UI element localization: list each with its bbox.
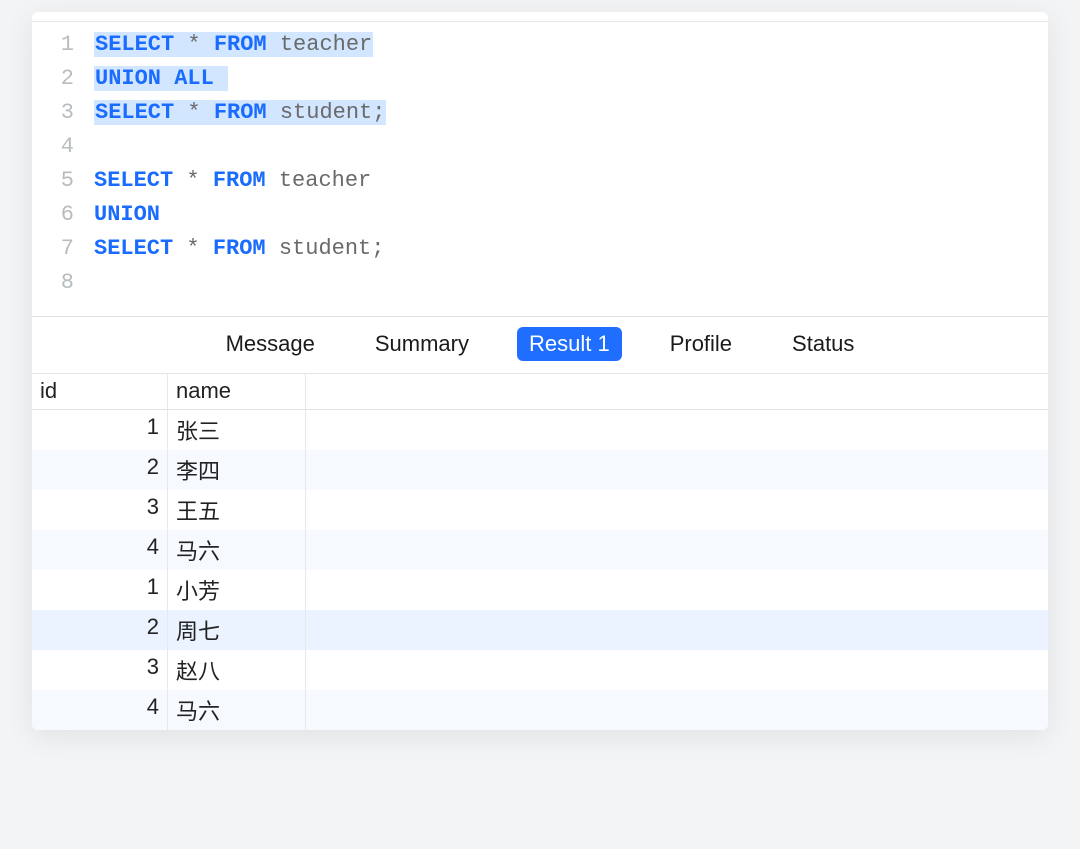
code-content[interactable] bbox=[94, 266, 1048, 300]
cell-name[interactable]: 张三 bbox=[168, 410, 306, 450]
code-line[interactable]: 7SELECT * FROM student; bbox=[32, 232, 1048, 266]
code-line[interactable]: 5SELECT * FROM teacher bbox=[32, 164, 1048, 198]
code-content[interactable]: SELECT * FROM teacher bbox=[94, 28, 1048, 62]
cell-empty bbox=[306, 410, 1048, 450]
line-number: 7 bbox=[32, 232, 94, 266]
cell-name[interactable]: 马六 bbox=[168, 690, 306, 730]
line-number: 8 bbox=[32, 266, 94, 300]
tab-result-1[interactable]: Result 1 bbox=[517, 327, 622, 361]
cell-empty bbox=[306, 610, 1048, 650]
cell-id[interactable]: 3 bbox=[32, 490, 168, 530]
line-number: 4 bbox=[32, 130, 94, 164]
code-line[interactable]: 6UNION bbox=[32, 198, 1048, 232]
tab-status[interactable]: Status bbox=[780, 327, 866, 361]
code-line[interactable]: 4 bbox=[32, 130, 1048, 164]
cell-name[interactable]: 王五 bbox=[168, 490, 306, 530]
cell-empty bbox=[306, 450, 1048, 490]
table-row[interactable]: 2周七 bbox=[32, 610, 1048, 650]
cell-name[interactable]: 周七 bbox=[168, 610, 306, 650]
table-row[interactable]: 1张三 bbox=[32, 410, 1048, 450]
code-content[interactable]: SELECT * FROM student; bbox=[94, 96, 1048, 130]
table-row[interactable]: 2李四 bbox=[32, 450, 1048, 490]
result-grid: id name 1张三2李四3王五4马六1小芳2周七3赵八4马六 bbox=[32, 374, 1048, 730]
cell-id[interactable]: 2 bbox=[32, 610, 168, 650]
cell-id[interactable]: 1 bbox=[32, 410, 168, 450]
col-header-rest bbox=[306, 374, 1048, 409]
cell-name[interactable]: 赵八 bbox=[168, 650, 306, 690]
sql-editor[interactable]: 1SELECT * FROM teacher2UNION ALL 3SELECT… bbox=[32, 22, 1048, 316]
cell-name[interactable]: 小芳 bbox=[168, 570, 306, 610]
code-content[interactable]: UNION bbox=[94, 198, 1048, 232]
code-line[interactable]: 8 bbox=[32, 266, 1048, 300]
cell-id[interactable]: 3 bbox=[32, 650, 168, 690]
table-row[interactable]: 3赵八 bbox=[32, 650, 1048, 690]
grid-body: 1张三2李四3王五4马六1小芳2周七3赵八4马六 bbox=[32, 410, 1048, 730]
toolbar-fragment bbox=[32, 12, 1048, 22]
cell-empty bbox=[306, 570, 1048, 610]
line-number: 2 bbox=[32, 62, 94, 96]
cell-id[interactable]: 4 bbox=[32, 690, 168, 730]
cell-empty bbox=[306, 530, 1048, 570]
code-line[interactable]: 3SELECT * FROM student; bbox=[32, 96, 1048, 130]
code-line[interactable]: 2UNION ALL bbox=[32, 62, 1048, 96]
result-tabs: Message Summary Result 1 Profile Status bbox=[32, 317, 1048, 374]
cell-empty bbox=[306, 650, 1048, 690]
app-window: 1SELECT * FROM teacher2UNION ALL 3SELECT… bbox=[32, 12, 1048, 730]
code-content[interactable] bbox=[94, 130, 1048, 164]
code-line[interactable]: 1SELECT * FROM teacher bbox=[32, 28, 1048, 62]
table-row[interactable]: 1小芳 bbox=[32, 570, 1048, 610]
cell-empty bbox=[306, 490, 1048, 530]
code-content[interactable]: SELECT * FROM teacher bbox=[94, 164, 1048, 198]
cell-empty bbox=[306, 690, 1048, 730]
line-number: 3 bbox=[32, 96, 94, 130]
cell-name[interactable]: 李四 bbox=[168, 450, 306, 490]
cell-name[interactable]: 马六 bbox=[168, 530, 306, 570]
line-number: 1 bbox=[32, 28, 94, 62]
table-row[interactable]: 4马六 bbox=[32, 690, 1048, 730]
code-content[interactable]: UNION ALL bbox=[94, 62, 1048, 96]
tab-profile[interactable]: Profile bbox=[658, 327, 744, 361]
table-row[interactable]: 4马六 bbox=[32, 530, 1048, 570]
cell-id[interactable]: 4 bbox=[32, 530, 168, 570]
line-number: 5 bbox=[32, 164, 94, 198]
tab-message[interactable]: Message bbox=[214, 327, 327, 361]
table-row[interactable]: 3王五 bbox=[32, 490, 1048, 530]
col-header-id[interactable]: id bbox=[32, 374, 168, 409]
cell-id[interactable]: 2 bbox=[32, 450, 168, 490]
line-number: 6 bbox=[32, 198, 94, 232]
col-header-name[interactable]: name bbox=[168, 374, 306, 409]
tab-summary[interactable]: Summary bbox=[363, 327, 481, 361]
code-content[interactable]: SELECT * FROM student; bbox=[94, 232, 1048, 266]
grid-header-row: id name bbox=[32, 374, 1048, 410]
cell-id[interactable]: 1 bbox=[32, 570, 168, 610]
